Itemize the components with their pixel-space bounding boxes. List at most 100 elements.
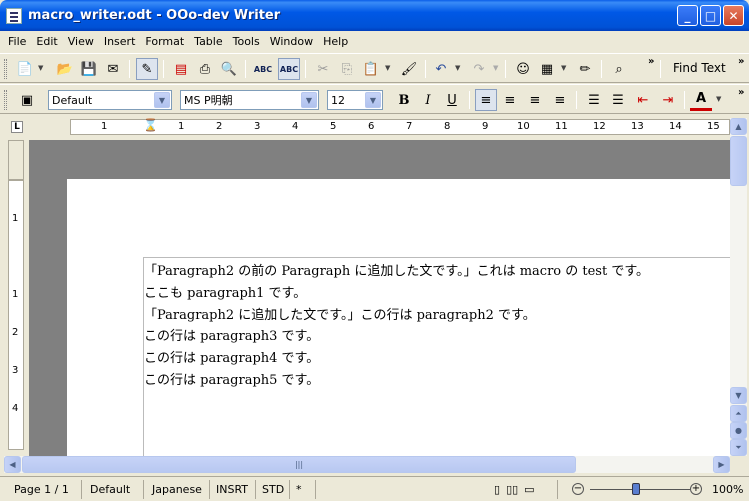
align-right-icon[interactable]: ≡ — [524, 89, 546, 111]
navigation-icon[interactable]: ● — [730, 422, 747, 439]
italic-icon[interactable]: I — [417, 89, 439, 111]
paste-icon[interactable]: 📋 — [360, 58, 382, 80]
horizontal-scrollbar[interactable]: ◀ ||| ▶ — [4, 456, 730, 473]
scroll-right-icon[interactable]: ▶ — [713, 456, 730, 473]
align-center-icon[interactable]: ≡ — [499, 89, 521, 111]
page-style-indicator[interactable]: Default — [86, 480, 144, 499]
menu-tools[interactable]: Tools — [228, 35, 265, 48]
minimize-button[interactable]: _ — [677, 5, 698, 26]
increase-indent-icon[interactable]: ⇥ — [657, 89, 679, 111]
chevron-down-icon[interactable]: ▼ — [38, 64, 43, 72]
font-size-select[interactable]: 12 ▼ — [327, 90, 383, 110]
toolbar-overflow-icon[interactable]: » — [738, 87, 744, 98]
document-page[interactable]: 「Paragraph2 の前の Paragraph に追加した文です。」これは … — [67, 179, 730, 456]
font-name-select[interactable]: MS P明朝 ▼ — [180, 90, 319, 110]
cut-icon[interactable]: ✂ — [312, 58, 334, 80]
vertical-ruler[interactable]: 1 1 2 3 4 — [8, 180, 24, 450]
decrease-indent-icon[interactable]: ⇤ — [632, 89, 654, 111]
new-document-icon[interactable]: 📄 — [14, 58, 36, 80]
numbering-icon[interactable]: ☰ — [583, 89, 605, 111]
undo-icon[interactable]: ↶ — [430, 58, 452, 80]
redo-icon[interactable]: ↷ — [468, 58, 490, 80]
navigator-icon[interactable]: ☺ — [512, 58, 534, 80]
zoom-slider-track[interactable] — [590, 489, 690, 490]
export-pdf-icon[interactable]: ▤ — [170, 58, 192, 80]
vertical-scroll-thumb[interactable] — [730, 136, 747, 186]
zoom-slider-handle[interactable] — [632, 483, 640, 495]
draw-functions-icon[interactable]: ✏ — [574, 58, 596, 80]
font-color-icon[interactable]: A — [690, 89, 712, 111]
styles-formatting-icon[interactable]: ▣ — [16, 89, 38, 111]
chevron-down-icon[interactable]: ▼ — [493, 64, 498, 72]
horizontal-ruler[interactable]: 1 ⌛ 1 2 3 4 5 6 7 8 9 10 11 12 13 14 15 — [70, 118, 730, 135]
vertical-scrollbar[interactable]: ▲ ▼ ⏶ ● ⏷ — [730, 118, 747, 456]
email-icon[interactable]: ✉ — [102, 58, 124, 80]
zoom-out-icon[interactable]: − — [572, 483, 584, 495]
scroll-down-icon[interactable]: ▼ — [730, 387, 747, 404]
previous-page-icon[interactable]: ⏶ — [730, 405, 747, 422]
tab-stop-selector[interactable]: L — [11, 121, 23, 133]
bullets-icon[interactable]: ☰ — [607, 89, 629, 111]
find-text-toolbar-label[interactable]: Find Text — [673, 61, 726, 75]
chevron-down-icon[interactable]: ▼ — [455, 64, 460, 72]
zoom-level[interactable]: 100% — [708, 480, 746, 499]
maximize-button[interactable]: □ — [700, 5, 721, 26]
clone-formatting-icon[interactable]: 🖌 — [398, 58, 420, 80]
paragraph[interactable]: 「Paragraph2 に追加した文です。」この行は paragraph2 です… — [144, 305, 730, 327]
autospellcheck-icon[interactable]: ABC — [278, 58, 300, 80]
paragraph[interactable]: この行は paragraph3 です。 — [144, 326, 730, 348]
scroll-left-icon[interactable]: ◀ — [4, 456, 21, 473]
chevron-down-icon[interactable]: ▼ — [154, 92, 170, 108]
paragraph[interactable]: ここも paragraph1 です。 — [144, 283, 730, 305]
edit-file-icon[interactable]: ✎ — [136, 58, 158, 80]
menu-edit[interactable]: Edit — [31, 35, 62, 48]
multi-page-view-icon[interactable]: ▯▯ — [506, 483, 518, 496]
chevron-down-icon[interactable]: ▼ — [365, 92, 381, 108]
menu-table[interactable]: Table — [189, 35, 227, 48]
bold-icon[interactable]: B — [393, 89, 415, 111]
paragraph[interactable]: この行は paragraph4 です。 — [144, 348, 730, 370]
chevron-down-icon[interactable]: ▼ — [716, 95, 721, 103]
menu-view[interactable]: View — [63, 35, 99, 48]
page-indicator[interactable]: Page 1 / 1 — [10, 480, 82, 499]
chevron-down-icon[interactable]: ▼ — [301, 92, 317, 108]
next-page-icon[interactable]: ⏷ — [730, 439, 747, 456]
print-icon[interactable]: ⎙ — [194, 58, 216, 80]
language-indicator[interactable]: Japanese — [148, 480, 210, 499]
copy-icon[interactable]: ⎘ — [336, 58, 358, 80]
indent-marker-icon[interactable]: ⌛ — [143, 118, 158, 132]
save-icon[interactable]: 💾 — [78, 58, 100, 80]
justify-icon[interactable]: ≡ — [549, 89, 571, 111]
writer-document-icon[interactable] — [6, 7, 22, 24]
menu-help[interactable]: Help — [318, 35, 353, 48]
paragraph[interactable]: この行は paragraph5 です。 — [144, 370, 730, 392]
selection-mode-indicator[interactable]: STD — [258, 480, 290, 499]
menu-insert[interactable]: Insert — [99, 35, 141, 48]
page-preview-icon[interactable]: 🔍 — [218, 58, 240, 80]
menu-window[interactable]: Window — [265, 35, 318, 48]
text-body[interactable]: 「Paragraph2 の前の Paragraph に追加した文です。」これは … — [143, 257, 730, 456]
paragraph[interactable]: 「Paragraph2 の前の Paragraph に追加した文です。」これは … — [144, 261, 730, 283]
insert-mode-indicator[interactable]: INSRT — [212, 480, 256, 499]
horizontal-scroll-thumb[interactable]: ||| — [22, 456, 576, 473]
chevron-down-icon[interactable]: ▼ — [385, 64, 390, 72]
find-replace-icon[interactable]: ⌕ — [608, 58, 630, 80]
close-button[interactable]: ✕ — [723, 5, 744, 26]
toolbar-grip[interactable] — [4, 90, 7, 110]
document-canvas[interactable]: 「Paragraph2 の前の Paragraph に追加した文です。」これは … — [29, 140, 730, 456]
menu-file[interactable]: File — [3, 35, 31, 48]
scroll-up-icon[interactable]: ▲ — [730, 118, 747, 135]
single-page-view-icon[interactable]: ▯ — [494, 483, 500, 496]
zoom-in-icon[interactable]: + — [690, 483, 702, 495]
open-folder-icon[interactable]: 📂 — [54, 58, 76, 80]
menu-format[interactable]: Format — [140, 35, 189, 48]
book-view-icon[interactable]: ▭ — [524, 483, 534, 496]
underline-icon[interactable]: U — [441, 89, 463, 111]
toolbar-overflow-icon[interactable]: » — [738, 56, 744, 67]
table-icon[interactable]: ▦ — [536, 58, 558, 80]
toolbar-overflow-icon[interactable]: » — [648, 56, 654, 67]
paragraph-style-select[interactable]: Default ▼ — [48, 90, 172, 110]
toolbar-grip[interactable] — [4, 59, 7, 79]
chevron-down-icon[interactable]: ▼ — [561, 64, 566, 72]
align-left-icon[interactable]: ≡ — [475, 89, 497, 111]
